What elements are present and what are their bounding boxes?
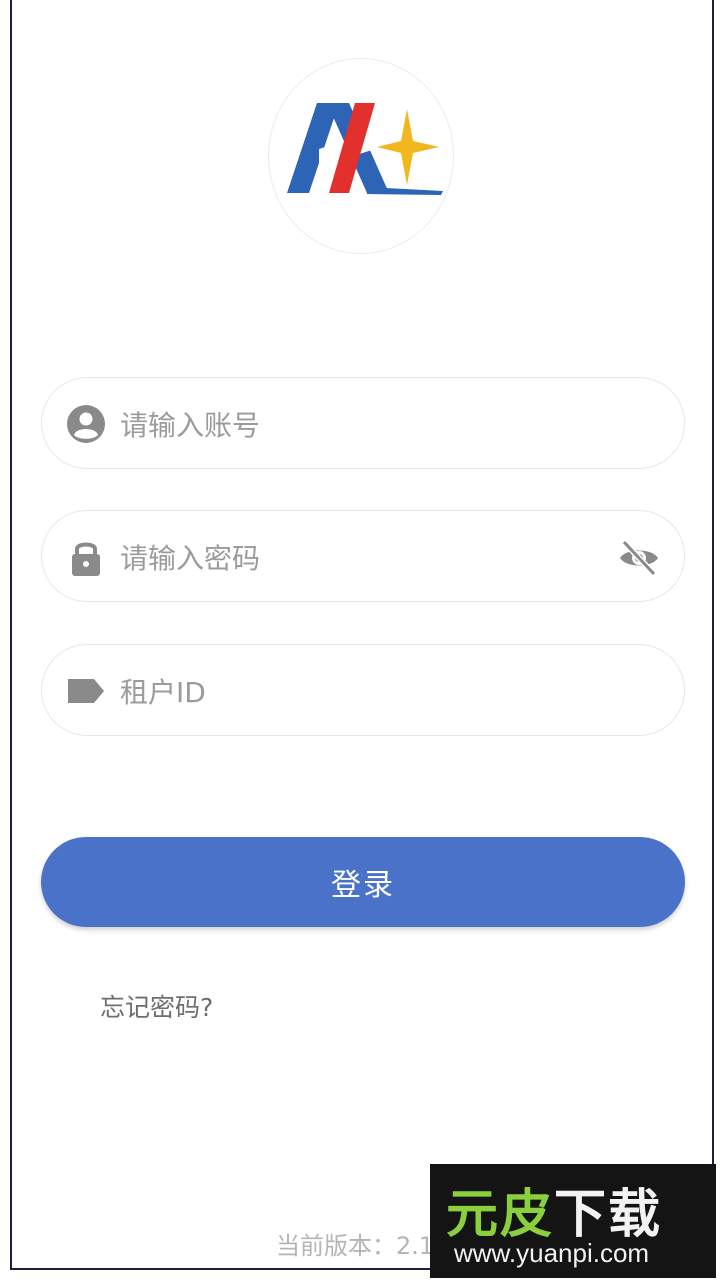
logo-container: [268, 58, 454, 254]
watermark-url: www.yuanpi.com: [454, 1238, 650, 1268]
forgot-password-link[interactable]: 忘记密码?: [100, 988, 213, 1024]
brand-logo-star-icon: [287, 103, 443, 195]
version-text: 当前版本：2.16: [276, 1232, 450, 1260]
account-input[interactable]: [118, 396, 602, 454]
watermark-title-part2: 下载: [554, 1185, 663, 1245]
watermark-title: 元皮下载: [446, 1172, 662, 1247]
lock-icon: [72, 542, 100, 576]
eye-off-icon[interactable]: [618, 537, 660, 579]
user-icon: [67, 405, 105, 443]
password-input[interactable]: [118, 529, 602, 587]
tenant-input[interactable]: [118, 663, 602, 721]
tenant-field[interactable]: [41, 644, 685, 736]
tag-icon: [68, 679, 104, 703]
login-button[interactable]: 登录: [41, 837, 685, 927]
password-field[interactable]: [41, 510, 685, 602]
watermark-banner: 元皮下载 www.yuanpi.com: [430, 1164, 716, 1278]
account-field[interactable]: [41, 377, 685, 469]
watermark-title-part1: 元皮: [446, 1185, 555, 1245]
